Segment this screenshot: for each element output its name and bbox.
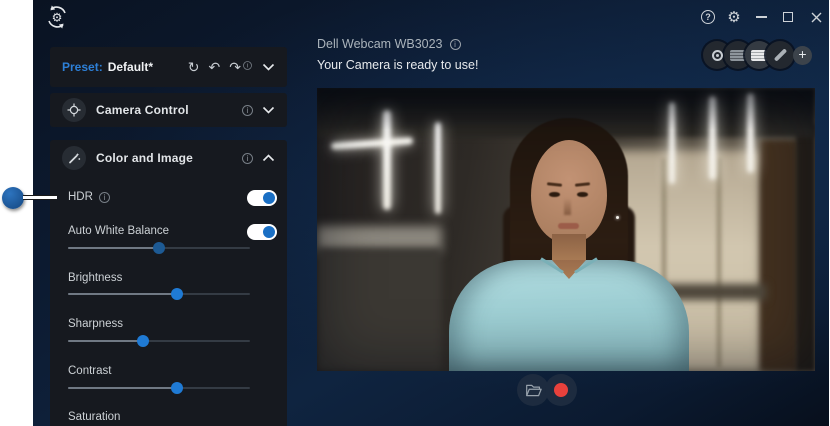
pen-glyph xyxy=(773,48,786,61)
svg-text:⚙: ⚙ xyxy=(52,11,63,25)
keyboard-bright-glyph xyxy=(751,50,767,61)
help-icon: ? xyxy=(701,10,715,24)
refresh-icon[interactable]: ↻ xyxy=(188,60,200,74)
slider-fill xyxy=(68,387,177,389)
brightness-label: Brightness xyxy=(68,272,122,284)
slider-knob[interactable] xyxy=(171,288,183,300)
annotation-dot xyxy=(2,187,24,209)
close-icon xyxy=(811,12,822,23)
undo-icon[interactable]: ↶ xyxy=(209,60,221,74)
redo-info-icon xyxy=(243,61,252,70)
contrast-slider[interactable] xyxy=(68,381,250,395)
crosshair-icon xyxy=(62,98,86,122)
slider-fill xyxy=(68,340,143,342)
minimize-button[interactable] xyxy=(752,8,770,26)
preset-chevron-down-icon[interactable] xyxy=(262,63,275,71)
preset-label: Preset: xyxy=(62,60,103,74)
color-and-image-chevron-up-icon[interactable] xyxy=(262,154,275,162)
sharpness-label: Sharpness xyxy=(68,318,123,330)
preview-vignette xyxy=(317,88,815,371)
color-and-image-section: Color and Image HDR Auto White Balance xyxy=(50,140,287,426)
camera-info-icon[interactable] xyxy=(450,39,461,50)
gear-icon: ⚙ xyxy=(727,10,740,25)
app-window: ⚙ ? ⚙ Preset: Default* ↻ ↶ ↷ xyxy=(33,0,829,426)
saturation-label: Saturation xyxy=(68,411,120,423)
maximize-button[interactable] xyxy=(779,8,797,26)
record-button[interactable] xyxy=(545,374,577,406)
color-and-image-header[interactable]: Color and Image xyxy=(50,140,287,176)
color-and-image-label: Color and Image xyxy=(96,151,193,165)
camera-control-section[interactable]: Camera Control xyxy=(50,93,287,127)
adjust-wand-icon xyxy=(62,146,86,170)
slider-knob[interactable] xyxy=(171,382,183,394)
camera-status: Your Camera is ready to use! xyxy=(317,58,478,72)
hdr-info-icon[interactable] xyxy=(99,192,110,203)
redo-icon[interactable]: ↷ xyxy=(229,60,253,74)
contrast-label: Contrast xyxy=(68,365,111,377)
color-and-image-info-icon[interactable] xyxy=(242,153,253,164)
preset-value: Default* xyxy=(108,60,153,74)
camera-title: Dell Webcam WB3023 xyxy=(317,37,461,51)
slider-knob[interactable] xyxy=(137,335,149,347)
folder-icon xyxy=(525,383,542,398)
add-device-button[interactable]: + xyxy=(793,46,812,65)
auto-white-balance-label: Auto White Balance xyxy=(68,225,169,237)
white-balance-slider[interactable] xyxy=(68,241,250,255)
slider-knob[interactable] xyxy=(153,242,165,254)
camera-control-info-icon[interactable] xyxy=(242,105,253,116)
device-switcher xyxy=(703,41,794,69)
auto-white-balance-toggle[interactable] xyxy=(247,224,277,240)
webcam-preview xyxy=(317,88,815,371)
camera-control-label: Camera Control xyxy=(96,103,189,117)
help-button[interactable]: ? xyxy=(699,8,717,26)
brightness-slider[interactable] xyxy=(68,287,250,301)
hdr-toggle[interactable] xyxy=(247,190,277,206)
record-icon xyxy=(554,383,568,397)
minimize-icon xyxy=(756,16,767,18)
device-pen-icon[interactable] xyxy=(766,41,794,69)
app-logo-gear-sync-icon: ⚙ xyxy=(44,4,70,30)
preset-card: Preset: Default* ↻ ↶ ↷ xyxy=(50,47,287,87)
slider-fill xyxy=(68,293,177,295)
camera-control-chevron-down-icon[interactable] xyxy=(262,106,275,114)
settings-button[interactable]: ⚙ xyxy=(725,8,743,26)
sharpness-slider[interactable] xyxy=(68,334,250,348)
maximize-icon xyxy=(783,12,793,22)
close-button[interactable] xyxy=(807,8,825,26)
awb-toggle-knob xyxy=(263,226,275,238)
slider-fill xyxy=(68,247,159,249)
annotation-line xyxy=(23,195,57,200)
hdr-label: HDR xyxy=(68,191,110,203)
hdr-toggle-knob xyxy=(263,192,275,204)
keyboard-glyph xyxy=(730,50,746,61)
webcam-glyph xyxy=(712,50,723,61)
